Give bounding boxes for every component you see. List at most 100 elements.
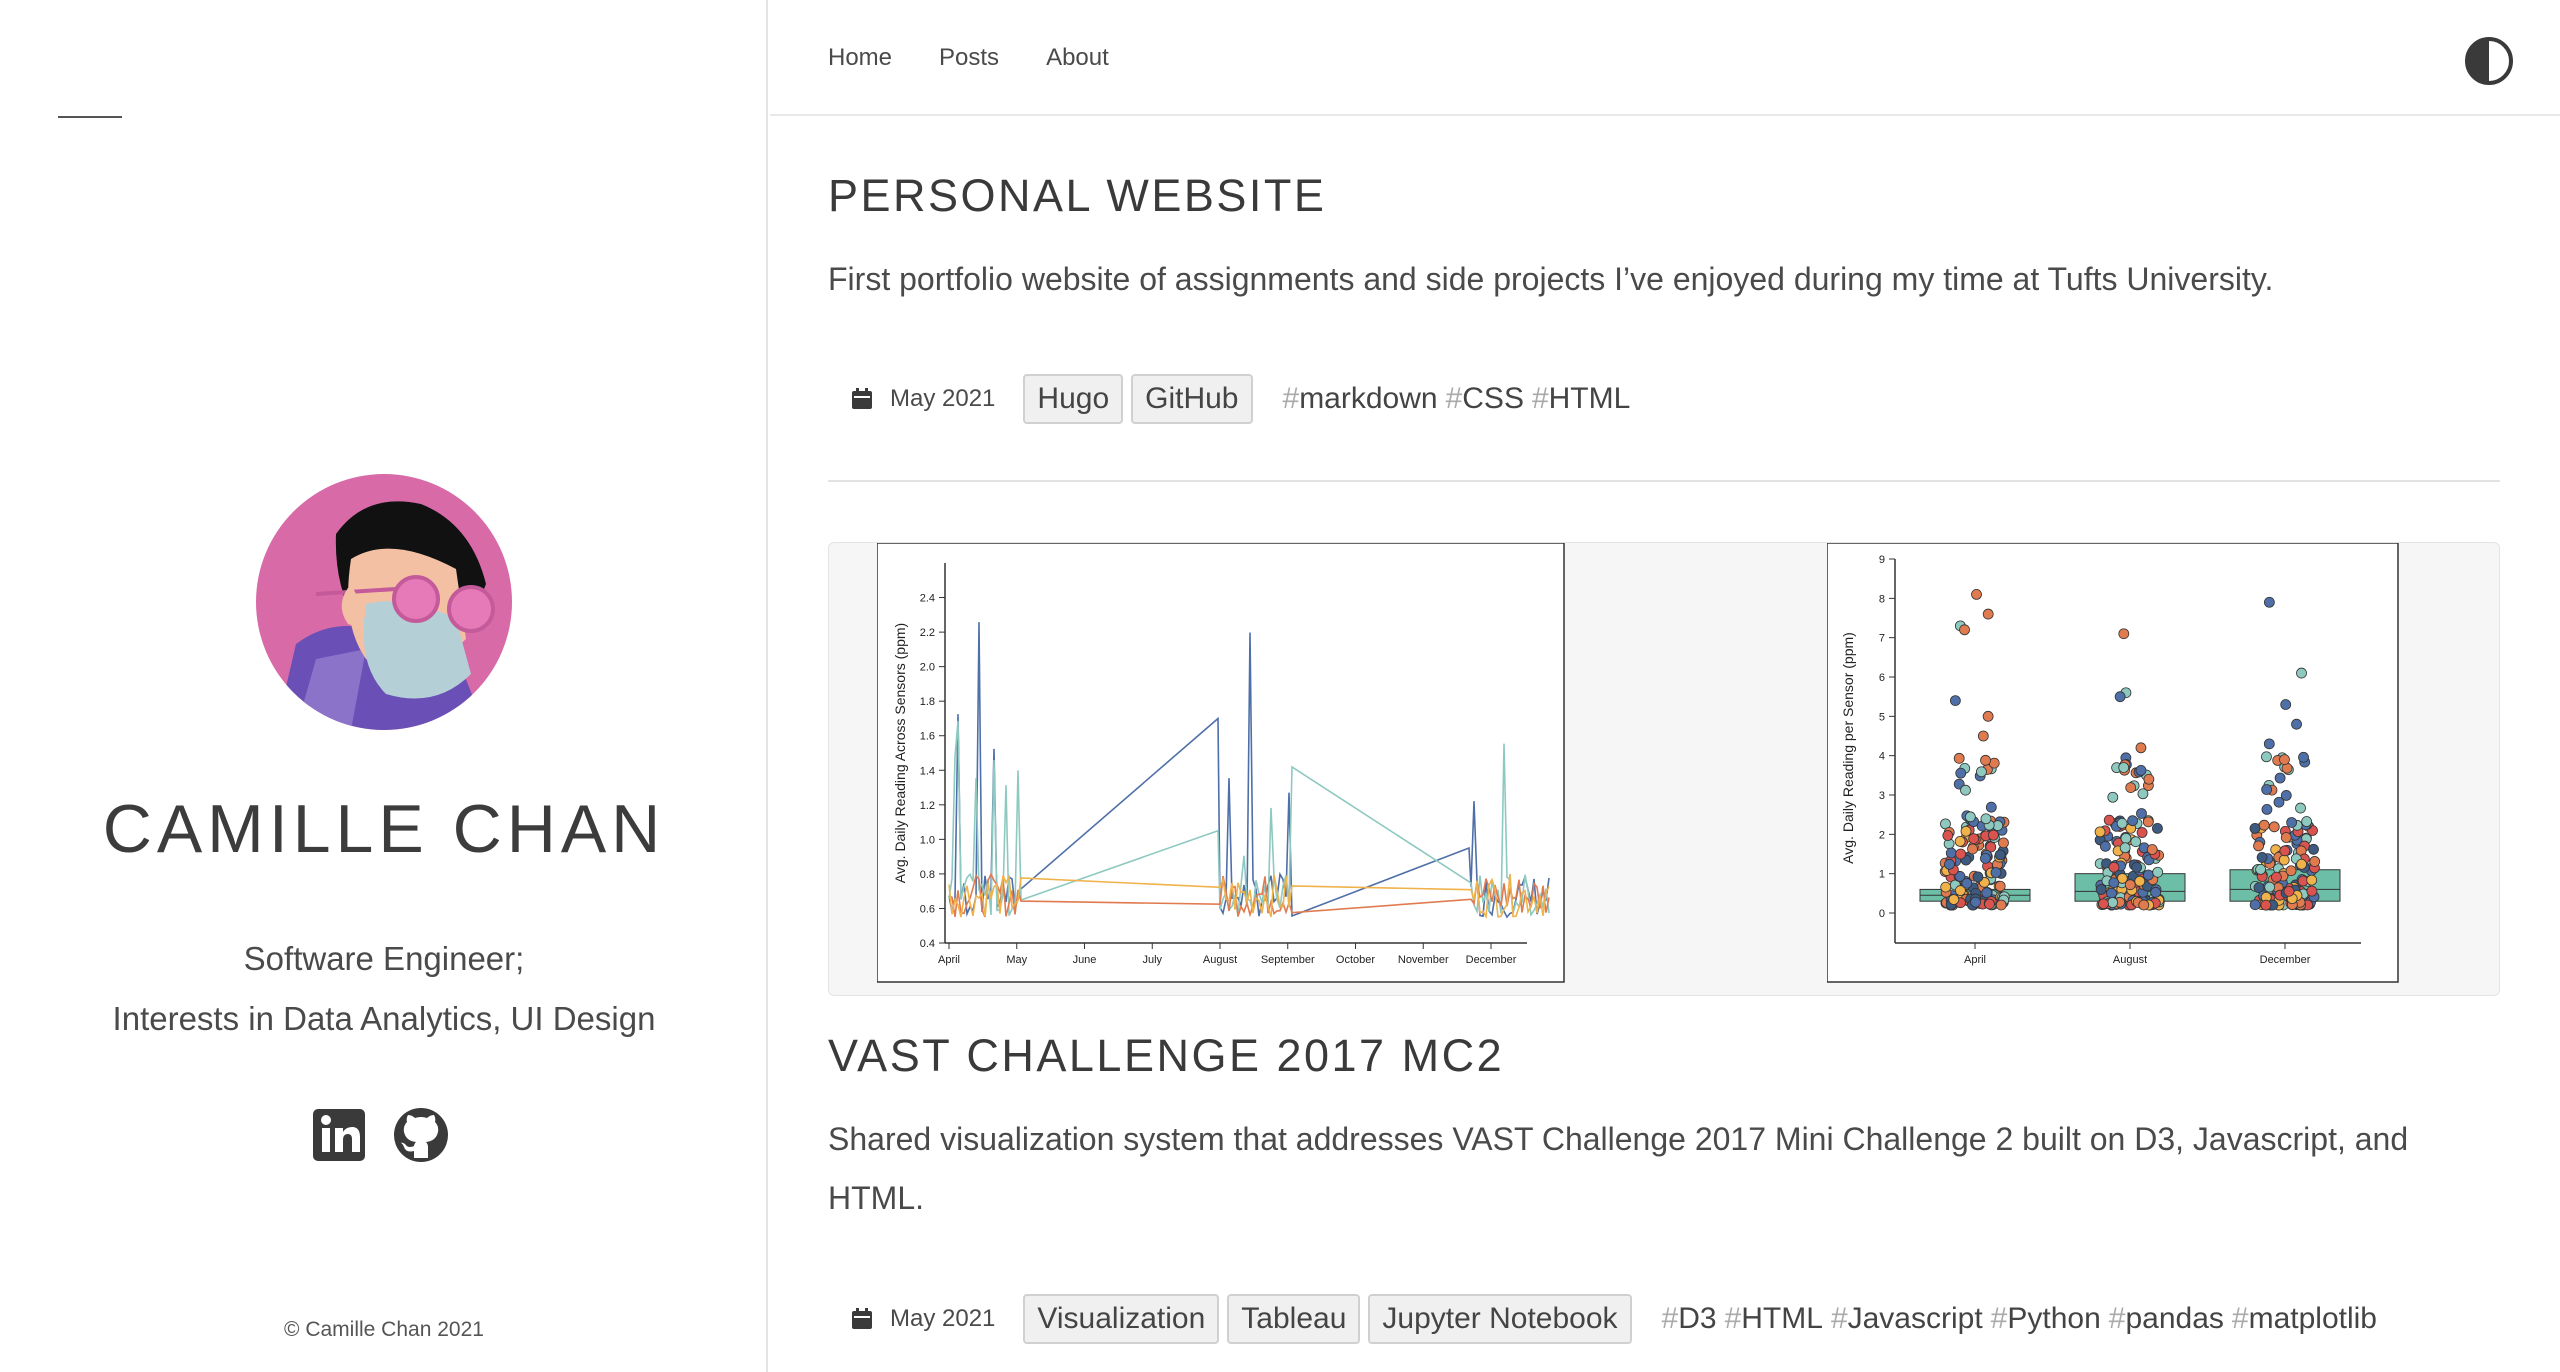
profile-name: CAMILLE CHAN xyxy=(102,791,666,867)
hashtag[interactable]: #pandas xyxy=(2109,1302,2224,1336)
post-title[interactable]: VAST CHALLENGE 2017 MC2 xyxy=(828,1030,1504,1082)
scatter-point xyxy=(2253,840,2264,852)
scatter-point xyxy=(1964,811,1976,823)
scatter-point xyxy=(2309,856,2321,867)
y-tick-label: 0 xyxy=(1879,908,1885,920)
y-tick-label: 8 xyxy=(1879,593,1885,605)
x-tick-label: August xyxy=(1203,954,1237,966)
scatter-point xyxy=(1980,754,1991,766)
scatter-point xyxy=(1967,843,1978,855)
category-tag[interactable]: GitHub xyxy=(1131,374,1253,424)
hashtag[interactable]: #HTML xyxy=(1725,1302,1823,1336)
scatter-point xyxy=(2268,821,2280,833)
nav-active-underline xyxy=(58,116,122,118)
calendar-icon xyxy=(852,1308,872,1329)
scatter-point xyxy=(1955,848,1967,860)
social-links xyxy=(310,1106,450,1164)
category-tag[interactable]: Jupyter Notebook xyxy=(1368,1294,1632,1344)
box-chart-ylabel: Avg. Daily Reading per Sensor (ppm) xyxy=(1840,632,1856,864)
line-chart-ylabel: Avg. Daily Reading Across Sensors (ppm) xyxy=(892,623,908,883)
scatter-point xyxy=(2127,815,2138,827)
post-meta: May 2021 Visualization Tableau Jupyter N… xyxy=(850,1294,2385,1344)
scatter-point xyxy=(1960,784,1971,796)
post-date: May 2021 xyxy=(890,1305,996,1332)
scatter-point xyxy=(2099,840,2111,852)
scatter-point xyxy=(2301,816,2313,827)
hashtag[interactable]: #CSS xyxy=(1446,382,1524,416)
scatter-point xyxy=(2296,858,2307,870)
y-tick-label: 4 xyxy=(1879,751,1885,763)
scatter-point xyxy=(2094,826,2106,838)
post-description: First portfolio website of assignments a… xyxy=(828,261,2274,297)
scatter-point xyxy=(1948,894,1960,905)
scatter-point xyxy=(1940,881,1952,893)
post-date: May 2021 xyxy=(890,385,996,412)
theme-toggle-icon[interactable] xyxy=(2464,36,2514,86)
category-tag[interactable]: Visualization xyxy=(1023,1294,1220,1344)
y-tick-label: 1.6 xyxy=(920,731,935,743)
scatter-point xyxy=(2095,884,2107,895)
post-title[interactable]: PERSONAL WEBSITE xyxy=(828,170,1326,222)
scatter-point xyxy=(2150,886,2162,898)
y-tick-label: 6 xyxy=(1879,672,1885,684)
scatter-point xyxy=(2280,832,2292,843)
category-tag[interactable]: Tableau xyxy=(1227,1294,1361,1344)
scatter-point xyxy=(2260,899,2272,911)
post-divider xyxy=(828,480,2500,482)
scatter-point xyxy=(2261,803,2273,815)
post-thumbnail[interactable]: Avg. Daily Reading Across Sensors (ppm) … xyxy=(828,542,2500,996)
hashtag[interactable]: #HTML xyxy=(1532,382,1630,416)
x-tick-label: April xyxy=(1964,954,1986,966)
github-icon[interactable] xyxy=(392,1106,450,1164)
scatter-point xyxy=(1953,752,1965,764)
y-tick-label: 2.4 xyxy=(920,593,935,605)
scatter-point xyxy=(2274,772,2286,784)
hashtag-list: #D3 #HTML #Javascript #Python #pandas #m… xyxy=(1662,1302,2385,1336)
scatter-point xyxy=(2107,791,2119,803)
y-tick-label: 2.2 xyxy=(920,627,935,639)
scatter-point xyxy=(2143,773,2155,785)
profile-subtitle-2: Interests in Data Analytics, UI Design xyxy=(112,1000,656,1037)
scatter-point xyxy=(2118,762,2130,773)
hashtag[interactable]: #markdown xyxy=(1283,382,1438,416)
scatter-point xyxy=(2130,836,2142,848)
nav-about[interactable]: About xyxy=(1046,44,1109,72)
y-tick-label: 5 xyxy=(1879,711,1885,723)
scatter-point xyxy=(2256,852,2268,863)
nav-home[interactable]: Home xyxy=(828,44,892,72)
hashtag[interactable]: #D3 xyxy=(1662,1302,1717,1336)
scatter-point xyxy=(1954,836,1966,847)
scatter-point xyxy=(1971,589,1982,600)
scatter-point xyxy=(2137,788,2149,800)
hashtag[interactable]: #Python xyxy=(1991,1302,2101,1336)
copyright: © Camille Chan 2021 xyxy=(284,1318,484,1341)
y-tick-label: 0.8 xyxy=(920,869,935,881)
scatter-point xyxy=(2255,863,2266,875)
scatter-point xyxy=(2142,816,2154,828)
scatter-point xyxy=(1981,887,1993,899)
scatter-point xyxy=(2263,738,2275,750)
scatter-point xyxy=(2258,819,2270,831)
scatter-point xyxy=(2138,899,2150,911)
main-nav: Home Posts About xyxy=(828,44,1109,72)
scatter-point xyxy=(2125,782,2137,794)
scatter-point xyxy=(2152,822,2163,834)
hashtag[interactable]: #matplotlib xyxy=(2232,1302,2377,1336)
scatter-point xyxy=(2136,808,2147,819)
category-tag[interactable]: Hugo xyxy=(1023,374,1124,424)
scatter-point xyxy=(2306,874,2318,886)
post-list: PERSONAL WEBSITE First portfolio website… xyxy=(828,118,2500,1372)
scatter-point xyxy=(1959,624,1970,636)
scatter-point xyxy=(2136,827,2148,838)
x-tick-label: May xyxy=(1006,954,1027,966)
x-tick-label: December xyxy=(1466,954,1517,966)
scatter-point xyxy=(1955,767,1967,779)
y-tick-label: 7 xyxy=(1879,633,1885,645)
x-tick-label: September xyxy=(1261,954,1315,966)
nav-posts[interactable]: Posts xyxy=(939,44,999,72)
hashtag[interactable]: #Javascript xyxy=(1831,1302,1983,1336)
scatter-point xyxy=(1960,825,1972,837)
scatter-point xyxy=(2279,754,2290,766)
linkedin-icon[interactable] xyxy=(310,1106,368,1164)
scatter-point xyxy=(2116,817,2128,829)
